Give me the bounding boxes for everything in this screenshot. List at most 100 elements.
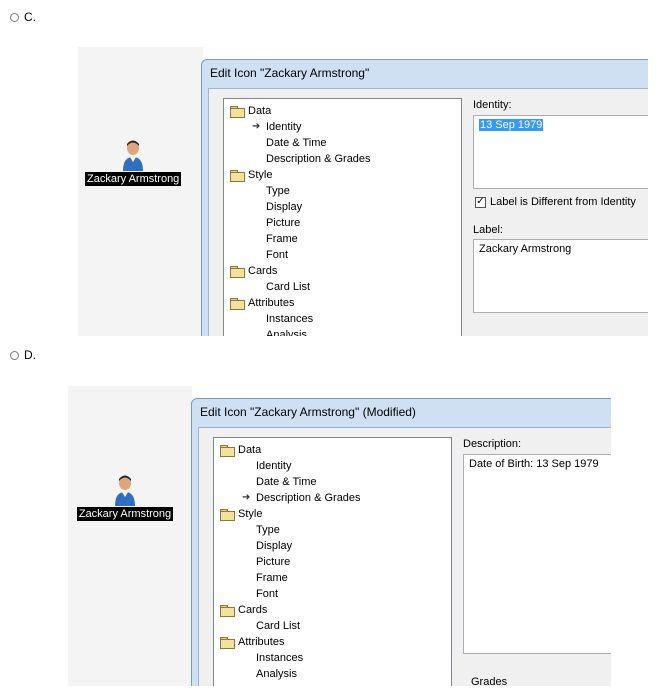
tree-label: Instances xyxy=(256,652,304,664)
tree-item[interactable]: Display xyxy=(242,538,292,554)
tree-folder[interactable]: Cards xyxy=(220,602,267,618)
tree-item[interactable]: Instances xyxy=(242,650,303,666)
label-field-value: Zackary Armstrong xyxy=(479,243,572,255)
tree-item[interactable]: Card List xyxy=(242,618,300,634)
tree-label: Picture xyxy=(256,556,291,568)
label-field[interactable]: Zackary Armstrong xyxy=(473,239,648,313)
tree-label: Date & Time xyxy=(256,476,317,488)
tree-item[interactable]: Date & Time xyxy=(252,135,327,151)
tree-folder[interactable]: Cards xyxy=(230,263,277,279)
dialog-title-d: Edit Icon "Zackary Armstrong" (Modified) xyxy=(200,405,416,419)
edit-icon-dialog-d: Edit Icon "Zackary Armstrong" (Modified)… xyxy=(191,398,611,686)
tree-label: Display xyxy=(256,540,293,552)
person-label-d: Zackary Armstrong xyxy=(76,507,174,521)
person-label-c: Zackary Armstrong xyxy=(85,172,182,186)
grades-label: Grades xyxy=(471,676,508,686)
identity-field[interactable]: 13 Sep 1979 xyxy=(473,115,648,189)
tree-item[interactable]: Picture xyxy=(242,554,290,570)
tree-label: Description & Grades xyxy=(256,492,361,504)
option-c-label: C. xyxy=(24,10,36,24)
arrow-right-icon: ➜ xyxy=(252,121,261,132)
canvas-c xyxy=(78,47,203,336)
folder-icon xyxy=(220,604,235,617)
tree-item[interactable]: Analysis xyxy=(252,327,307,336)
tree-item[interactable]: Date & Time xyxy=(242,474,317,490)
edit-icon-dialog-c: Edit Icon "Zackary Armstrong" Data ➜ Ident… xyxy=(201,59,648,336)
screenshot-d: Zackary Armstrong Edit Icon "Zackary Arm… xyxy=(68,386,611,686)
folder-icon xyxy=(220,444,235,457)
label-field-label: Label: xyxy=(473,224,503,236)
tree-label: Display xyxy=(266,201,303,213)
description-label: Description: xyxy=(463,438,522,450)
category-tree-d[interactable]: Data Identity Date & Time ➜ Description & Gr… xyxy=(213,437,452,686)
category-tree-c[interactable]: Data ➜ Identity Date & Time Description & Gr… xyxy=(223,98,462,336)
tree-label: Identity xyxy=(266,121,302,133)
tree-label: Cards xyxy=(238,604,268,616)
tree-item[interactable]: Display xyxy=(252,199,302,215)
tree-item[interactable]: ➜ Description & Grades xyxy=(242,490,361,506)
tree-label: Frame xyxy=(256,572,288,584)
person-icon xyxy=(121,139,145,171)
tree-label: Style xyxy=(248,169,273,181)
tree-item[interactable]: Analysis xyxy=(242,666,297,682)
tree-label: Frame xyxy=(266,233,298,245)
label-different-checkbox-label: Label is Different from Identity xyxy=(490,196,636,208)
tree-label: Analysis xyxy=(256,668,297,680)
tree-label: Identity xyxy=(256,460,292,472)
screenshot-c: Zackary Armstrong Edit Icon "Zackary Arm… xyxy=(78,47,648,336)
identity-label: Identity: xyxy=(473,99,512,111)
tree-label: Analysis xyxy=(266,329,307,336)
folder-icon xyxy=(230,265,245,278)
dialog-body-c: Data ➜ Identity Date & Time Description & Gr… xyxy=(208,88,648,336)
tree-item[interactable]: Description & Grades xyxy=(252,151,371,167)
tree-item[interactable]: Font xyxy=(242,586,278,602)
arrow-right-icon: ➜ xyxy=(242,492,251,503)
tree-item[interactable]: Picture xyxy=(252,215,300,231)
tree-folder[interactable]: Attributes xyxy=(230,295,294,311)
dialog-title-c: Edit Icon "Zackary Armstrong" xyxy=(210,66,370,80)
tree-item[interactable]: Identity xyxy=(242,458,291,474)
identity-value: 13 Sep 1979 xyxy=(479,119,544,131)
tree-folder[interactable]: Style xyxy=(230,167,272,183)
tree-item[interactable]: Frame xyxy=(252,231,298,247)
tree-label: Instances xyxy=(266,313,314,325)
tree-item[interactable]: Font xyxy=(252,247,288,263)
person-icon-d[interactable]: Zackary Armstrong xyxy=(75,474,175,521)
tree-item[interactable]: Type xyxy=(242,522,280,538)
option-d[interactable]: D. xyxy=(10,348,36,362)
person-icon xyxy=(113,474,137,506)
tree-item[interactable]: Instances xyxy=(252,311,313,327)
radio-button-d[interactable] xyxy=(10,350,19,360)
tree-item[interactable]: ➜ Identity xyxy=(252,119,301,135)
tree-item[interactable]: Card List xyxy=(252,279,310,295)
tree-folder[interactable]: Style xyxy=(220,506,262,522)
radio-button-c[interactable] xyxy=(10,12,19,22)
folder-icon xyxy=(230,105,245,118)
tree-label: Date & Time xyxy=(266,137,327,149)
tree-label: Attributes xyxy=(248,297,295,309)
tree-label: Data xyxy=(238,444,262,456)
tree-item[interactable]: Frame xyxy=(242,570,288,586)
tree-label: Cards xyxy=(248,265,278,277)
tree-label: Attributes xyxy=(238,636,285,648)
folder-icon xyxy=(230,169,245,182)
tree-folder[interactable]: Attributes xyxy=(220,634,284,650)
label-different-checkbox[interactable]: ✓ xyxy=(475,196,486,208)
option-d-label: D. xyxy=(24,348,36,362)
description-field[interactable]: Date of Birth: 13 Sep 1979 xyxy=(463,454,611,654)
tree-item[interactable]: Type xyxy=(252,183,290,199)
canvas-d xyxy=(68,386,192,686)
tree-label: Card List xyxy=(266,281,311,293)
label-different-checkbox-row[interactable]: ✓ Label is Different from Identity xyxy=(475,196,636,208)
person-icon-c[interactable]: Zackary Armstrong xyxy=(85,139,182,186)
folder-icon xyxy=(220,636,235,649)
tree-label: Type xyxy=(256,524,280,536)
tree-label: Card List xyxy=(256,620,301,632)
option-c[interactable]: C. xyxy=(10,10,36,24)
tree-label: Picture xyxy=(266,217,301,229)
description-value: Date of Birth: 13 Sep 1979 xyxy=(469,458,599,470)
tree-folder[interactable]: Data xyxy=(230,103,271,119)
folder-icon xyxy=(220,508,235,521)
tree-label: Style xyxy=(238,508,263,520)
tree-folder[interactable]: Data xyxy=(220,442,261,458)
